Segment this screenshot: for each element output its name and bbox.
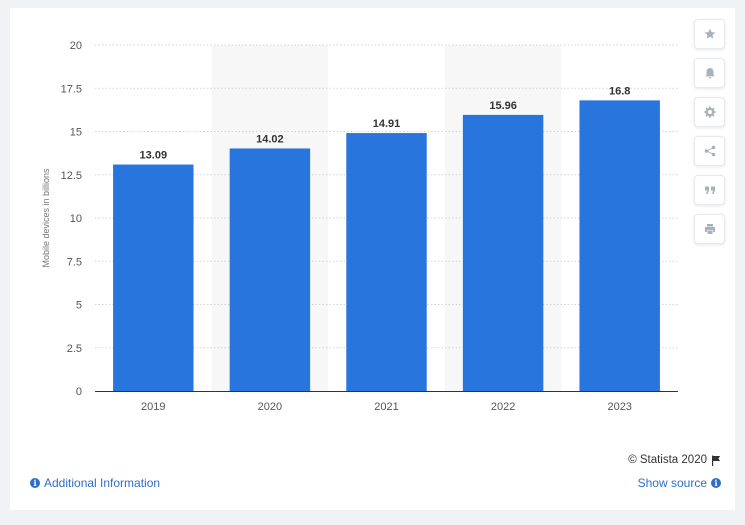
print-button[interactable] bbox=[694, 214, 725, 244]
info-icon: i bbox=[30, 478, 40, 488]
additional-information-label: Additional Information bbox=[44, 476, 161, 490]
show-source-label: Show source bbox=[637, 476, 707, 490]
y-tick-label: 15 bbox=[70, 127, 82, 139]
y-tick-label: 20 bbox=[70, 40, 82, 52]
star-icon bbox=[704, 28, 715, 39]
bell-icon bbox=[704, 68, 715, 79]
bar-chart: 0 2.5 5 7.5 10 12.5 15 17.5 20 13.09 14.02 14.91 15… bbox=[41, 40, 678, 413]
x-tick-label: 2019 bbox=[141, 401, 165, 413]
y-axis-ticks: 0 2.5 5 7.5 10 12.5 15 17.5 20 bbox=[61, 40, 82, 398]
y-tick-label: 7.5 bbox=[67, 256, 82, 268]
data-label: 16.8 bbox=[609, 85, 630, 97]
y-axis-title: Mobile devices in billions bbox=[41, 168, 51, 268]
settings-button[interactable] bbox=[694, 97, 725, 127]
quote-icon bbox=[704, 186, 715, 194]
print-icon bbox=[704, 224, 715, 234]
y-tick-label: 0 bbox=[76, 386, 82, 398]
data-label: 14.02 bbox=[256, 133, 284, 145]
additional-information-link[interactable]: i Additional Information bbox=[30, 476, 160, 490]
bar[interactable] bbox=[113, 164, 194, 391]
data-label: 13.09 bbox=[140, 150, 168, 162]
bar[interactable] bbox=[229, 148, 311, 391]
cite-button[interactable] bbox=[694, 175, 725, 205]
x-tick-label: 2022 bbox=[491, 401, 515, 413]
x-tick-label: 2023 bbox=[607, 401, 631, 413]
copyright-text: © Statista 2020 bbox=[628, 454, 707, 466]
chart-toolbar bbox=[694, 19, 726, 253]
y-tick-label: 5 bbox=[76, 300, 82, 312]
x-tick-label: 2021 bbox=[374, 401, 398, 413]
data-label: 15.96 bbox=[489, 100, 517, 112]
data-label: 14.91 bbox=[373, 118, 401, 130]
share-button[interactable] bbox=[694, 136, 725, 166]
x-tick-label: 2020 bbox=[258, 401, 282, 413]
copyright-notice: © Statista 2020 bbox=[628, 454, 721, 466]
notification-button[interactable] bbox=[694, 58, 725, 88]
show-source-link[interactable]: Show source i bbox=[638, 476, 721, 490]
y-tick-label: 10 bbox=[70, 213, 82, 225]
y-tick-label: 12.5 bbox=[61, 170, 82, 182]
y-tick-label: 2.5 bbox=[67, 343, 82, 355]
gear-icon bbox=[703, 106, 716, 118]
bars bbox=[113, 100, 660, 392]
bar[interactable] bbox=[346, 133, 427, 391]
x-axis-ticks: 2019 2020 2021 2022 2023 bbox=[141, 401, 632, 413]
favorite-button[interactable] bbox=[694, 19, 725, 49]
bar[interactable] bbox=[579, 100, 660, 392]
flag-icon[interactable] bbox=[711, 455, 721, 466]
y-tick-label: 17.5 bbox=[61, 83, 82, 95]
info-icon: i bbox=[711, 478, 721, 488]
share-icon bbox=[704, 145, 715, 157]
bar[interactable] bbox=[462, 114, 544, 391]
